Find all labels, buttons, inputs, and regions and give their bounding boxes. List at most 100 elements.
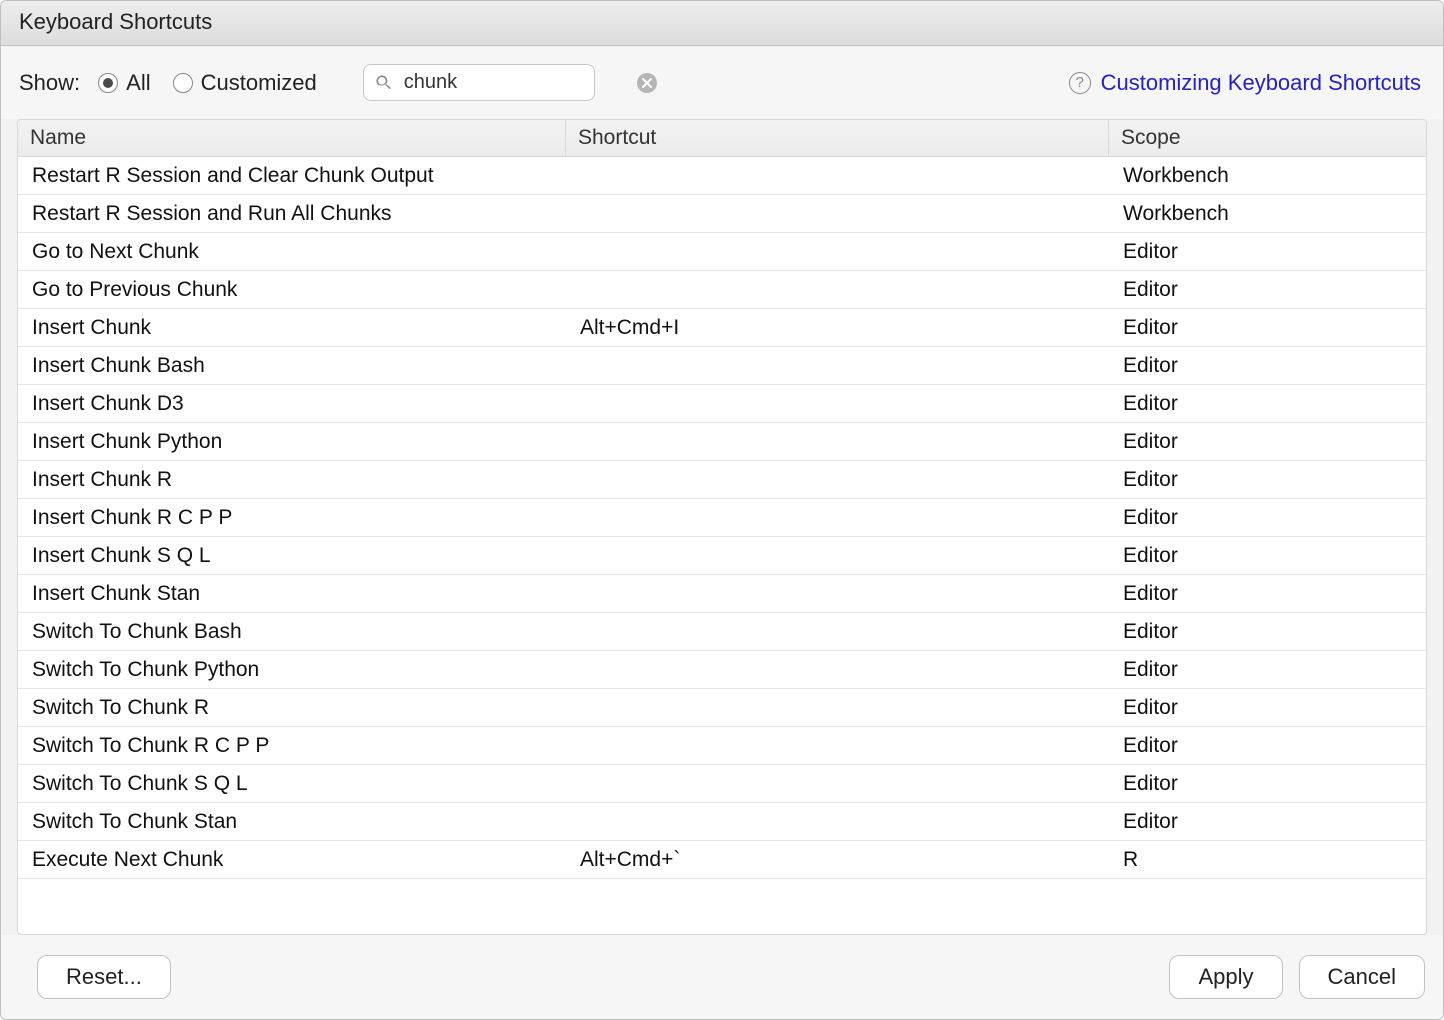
cell-name: Insert Chunk R	[18, 462, 566, 498]
table-header-row: Name Shortcut Scope	[18, 120, 1426, 157]
cell-shortcut[interactable]	[566, 664, 1109, 676]
cell-name: Switch To Chunk S Q L	[18, 766, 566, 802]
table-row[interactable]: Execute Next ChunkAlt+Cmd+`R	[18, 841, 1426, 879]
cell-scope: Editor	[1109, 500, 1426, 536]
table-body[interactable]: Restart R Session and Clear Chunk Output…	[18, 157, 1426, 934]
radio-dot-icon	[98, 73, 118, 93]
help-link-text: Customizing Keyboard Shortcuts	[1101, 70, 1421, 96]
cell-shortcut[interactable]	[566, 626, 1109, 638]
cell-shortcut[interactable]	[566, 398, 1109, 410]
cell-scope: Editor	[1109, 462, 1426, 498]
cell-name: Restart R Session and Clear Chunk Output	[18, 158, 566, 194]
cell-scope: Editor	[1109, 576, 1426, 612]
cell-scope: Editor	[1109, 348, 1426, 384]
toolbar: Show: All Customized ? Customizing Keybo…	[1, 46, 1443, 119]
cell-name: Switch To Chunk R	[18, 690, 566, 726]
cell-shortcut[interactable]	[566, 588, 1109, 600]
show-label: Show:	[19, 70, 80, 96]
cell-shortcut[interactable]	[566, 740, 1109, 752]
cell-shortcut[interactable]	[566, 436, 1109, 448]
radio-customized-label: Customized	[201, 70, 317, 96]
table-row[interactable]: Insert Chunk Python Editor	[18, 423, 1426, 461]
dialog-footer: Reset... Apply Cancel	[1, 935, 1443, 1019]
table-row[interactable]: Switch To Chunk R Editor	[18, 689, 1426, 727]
cell-scope: Editor	[1109, 386, 1426, 422]
dialog-title-text: Keyboard Shortcuts	[19, 9, 212, 34]
cell-shortcut[interactable]: Alt+Cmd+`	[566, 842, 1109, 878]
cell-shortcut[interactable]	[566, 474, 1109, 486]
table-row[interactable]: Switch To Chunk PythonEditor	[18, 651, 1426, 689]
radio-all-label: All	[126, 70, 150, 96]
table-row[interactable]: Insert Chunk R C P P Editor	[18, 499, 1426, 537]
table-row[interactable]: Insert Chunk D3Editor	[18, 385, 1426, 423]
search-box	[363, 64, 595, 101]
cell-name: Insert Chunk	[18, 310, 566, 346]
radio-all[interactable]: All	[98, 70, 150, 96]
search-icon	[374, 73, 394, 93]
cell-name: Switch To Chunk Python	[18, 652, 566, 688]
help-icon: ?	[1069, 72, 1091, 94]
cell-shortcut[interactable]	[566, 208, 1109, 220]
shortcuts-table: Name Shortcut Scope Restart R Session an…	[17, 119, 1427, 935]
column-header-scope[interactable]: Scope	[1109, 120, 1426, 156]
cell-scope: Editor	[1109, 766, 1426, 802]
cell-name: Switch To Chunk Bash	[18, 614, 566, 650]
cell-name: Restart R Session and Run All Chunks	[18, 196, 566, 232]
cell-shortcut[interactable]	[566, 550, 1109, 562]
table-row[interactable]: Insert Chunk R Editor	[18, 461, 1426, 499]
clear-search-button[interactable]	[637, 73, 657, 93]
radio-customized[interactable]: Customized	[173, 70, 317, 96]
table-row[interactable]: Restart R Session and Run All Chunks Work…	[18, 195, 1426, 233]
cancel-button[interactable]: Cancel	[1299, 955, 1425, 999]
cell-name: Insert Chunk S Q L	[18, 538, 566, 574]
table-row[interactable]: Switch To Chunk R C P PEditor	[18, 727, 1426, 765]
cell-name: Switch To Chunk R C P P	[18, 728, 566, 764]
cell-name: Insert Chunk Stan	[18, 576, 566, 612]
table-row[interactable]: Restart R Session and Clear Chunk Output…	[18, 157, 1426, 195]
cell-scope: Workbench	[1109, 196, 1426, 232]
radio-dot-icon	[173, 73, 193, 93]
table-row[interactable]: Go to Next Chunk Editor	[18, 233, 1426, 271]
cell-shortcut[interactable]: Alt+Cmd+I	[566, 310, 1109, 346]
cell-scope: Editor	[1109, 538, 1426, 574]
cell-shortcut[interactable]	[566, 360, 1109, 372]
cell-name: Switch To Chunk Stan	[18, 804, 566, 840]
cell-scope: Editor	[1109, 690, 1426, 726]
table-row[interactable]: Insert Chunk S Q L Editor	[18, 537, 1426, 575]
search-input[interactable]	[404, 69, 627, 96]
cell-scope: Editor	[1109, 804, 1426, 840]
cell-name: Go to Next Chunk	[18, 234, 566, 270]
show-radio-group: All Customized	[98, 70, 317, 96]
cell-scope: Editor	[1109, 272, 1426, 308]
cell-shortcut[interactable]	[566, 284, 1109, 296]
cell-scope: Editor	[1109, 310, 1426, 346]
table-row[interactable]: Insert ChunkAlt+Cmd+IEditor	[18, 309, 1426, 347]
keyboard-shortcuts-dialog: Keyboard Shortcuts Show: All Customized …	[0, 0, 1444, 1020]
table-row[interactable]: Go to Previous Chunk Editor	[18, 271, 1426, 309]
table-row[interactable]: Switch To Chunk S Q L Editor	[18, 765, 1426, 803]
cell-name: Insert Chunk R C P P	[18, 500, 566, 536]
cell-shortcut[interactable]	[566, 512, 1109, 524]
reset-button[interactable]: Reset...	[37, 955, 171, 999]
cell-scope: Editor	[1109, 424, 1426, 460]
cell-shortcut[interactable]	[566, 246, 1109, 258]
cell-scope: Workbench	[1109, 158, 1426, 194]
cell-shortcut[interactable]	[566, 816, 1109, 828]
cell-shortcut[interactable]	[566, 778, 1109, 790]
apply-button[interactable]: Apply	[1169, 955, 1282, 999]
cell-scope: Editor	[1109, 614, 1426, 650]
column-header-shortcut[interactable]: Shortcut	[566, 120, 1109, 156]
cell-name: Insert Chunk Bash	[18, 348, 566, 384]
cell-shortcut[interactable]	[566, 702, 1109, 714]
cell-name: Go to Previous Chunk	[18, 272, 566, 308]
table-row[interactable]: Insert Chunk Bash Editor	[18, 347, 1426, 385]
table-row[interactable]: Insert Chunk Stan Editor	[18, 575, 1426, 613]
table-row[interactable]: Switch To Chunk Bash Editor	[18, 613, 1426, 651]
help-link[interactable]: ? Customizing Keyboard Shortcuts	[1069, 70, 1421, 96]
table-row[interactable]: Switch To Chunk Stan Editor	[18, 803, 1426, 841]
dialog-title: Keyboard Shortcuts	[1, 1, 1443, 46]
cell-name: Insert Chunk Python	[18, 424, 566, 460]
column-header-name[interactable]: Name	[18, 120, 566, 156]
cell-scope: Editor	[1109, 234, 1426, 270]
cell-shortcut[interactable]	[566, 170, 1109, 182]
